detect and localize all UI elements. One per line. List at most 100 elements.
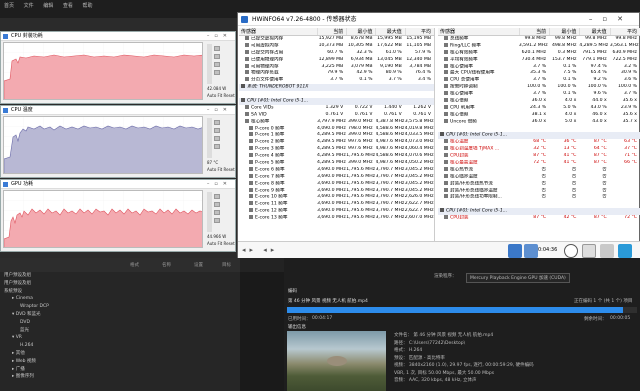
sensor-row[interactable]: 核心热节流 否 否 否 (438, 166, 640, 174)
column-header-cell[interactable]: 当前 (316, 28, 346, 35)
settings-gear-icon[interactable] (600, 244, 614, 258)
preset-tree-item[interactable]: Wraptor DCP (0, 303, 240, 311)
column-header[interactable]: 传感器 当前 最小值 最大值 平均 (239, 28, 434, 36)
col-target[interactable]: 目标 (222, 262, 231, 268)
zoom-button[interactable] (214, 54, 220, 59)
sensor-row[interactable] (438, 201, 640, 208)
sensor-row[interactable]: CPU封装 87 °C 42 °C 87 °C 72 °C (438, 215, 640, 222)
sensor-row[interactable]: 可用物理内存 3,225 MB 3,079 MB 9,190 MB 3,784 MB (239, 63, 434, 71)
monitor-titlebar[interactable]: CPU 封装功耗 –▫✕ (1, 32, 235, 41)
window-controls[interactable]: –▫✕ (589, 13, 633, 26)
sensor-list-right[interactable]: 总线频率 99.8 MHz 99.8 MHz 99.8 MHz 99.8 MHz Ring… (438, 36, 640, 222)
zoom-button[interactable] (214, 210, 220, 215)
menu-item[interactable]: 编辑 (43, 2, 53, 9)
sensor-row[interactable] (438, 126, 640, 133)
monitor-window-cpu-temp[interactable]: CPU 温度 –▫✕ 87 °C Auto Fit Reset (0, 105, 236, 178)
column-header-cell[interactable]: 最小值 (549, 28, 579, 35)
preset-tree-item[interactable]: ▸ Web 视频 (0, 358, 240, 366)
monitor-titlebar[interactable]: GPU 功耗 –▫✕ (1, 180, 235, 189)
preset-tree-item[interactable]: H.264 (0, 342, 240, 350)
sensor-row[interactable]: 核心使用率 3.7 % 0.1 % 9.6 % 3.7 % (438, 91, 640, 98)
zoom-button[interactable] (214, 128, 220, 133)
sensor-row[interactable]: 核心有效频率 620.1 MHz 0.3 MHz 791.5 MHz 630.9 MHz (438, 49, 640, 57)
autofit-reset[interactable]: Auto Fit Reset (207, 167, 235, 172)
sensor-group-row[interactable]: 系统: THUNDEROBOT 911X (239, 84, 434, 92)
preset-tree-item[interactable]: 用户预设及组 (0, 280, 240, 288)
preset-browser[interactable]: 用户预设及组 用户预设及组 系统预设 ▸ Cinema Wraptor DCP ▾ DVD… (0, 272, 240, 391)
column-header-cell[interactable]: 最大值 (375, 28, 404, 35)
column-header-cell[interactable]: 传感器 (438, 28, 519, 35)
preset-tree-item[interactable]: ▸ 广播 (0, 366, 240, 374)
autofit-reset[interactable]: Auto Fit Reset (207, 93, 235, 98)
sensor-row[interactable]: SA VID 0.761 V 0.761 V 0.761 V 0.761 V (239, 111, 434, 119)
sensor-row[interactable]: 核心频率 3,797.9 MHz 399.0 MHz 4,387.8 MHz 3,575… (239, 118, 434, 126)
zoom-button[interactable] (214, 120, 220, 125)
column-header[interactable]: 传感器 当前 最小值 最大值 平均 (438, 28, 640, 36)
clock-icon[interactable] (564, 244, 578, 258)
preset-tree-item[interactable]: ▾ VR (0, 334, 240, 342)
column-header-cell[interactable]: 平均 (404, 28, 434, 35)
renderer-select[interactable]: Mercury Playback Engine GPU 加速 (CUDA) (466, 273, 570, 283)
monitor-window-cpu-power[interactable]: CPU 封装功耗 –▫✕ 42.084 W Auto Fit Reset (0, 31, 236, 104)
monitor-window-gpu-power[interactable]: GPU 功耗 –▫✕ 44.966 W Auto Fit Reset (0, 179, 236, 252)
sensor-row[interactable]: E-core 11 频率 3,690.0 MHz 1,795.6 MHz 3,790.… (239, 201, 434, 208)
sensor-row[interactable]: P-core 1 频率 4,289.5 MHz 399.0 MHz 4,588.6 M… (239, 132, 434, 139)
sensor-row[interactable]: Uncore 倍频 36.0 x 5.0 x 43.0 x 35.7 x (438, 118, 640, 126)
sensor-row[interactable]: E-core 6 频率 3,690.0 MHz 1,795.6 MHz 3,790.7… (239, 166, 434, 174)
sensor-row[interactable]: E-core 10 频率 3,690.0 MHz 1,795.6 MHz 3,790.… (239, 194, 434, 201)
sensor-row[interactable]: E-core 8 频率 3,690.0 MHz 1,795.6 MHz 3,790.7… (239, 180, 434, 188)
sensor-row[interactable]: 分页文件使用率 3.7 % 0.1 % 3.7 % 3.4 % (239, 77, 434, 84)
close-x-icon[interactable] (618, 244, 632, 258)
sensor-row[interactable]: 已提交内存占用 60.7 % 32.3 % 61.0 % 57.9 % (239, 49, 434, 57)
sensor-row[interactable]: P-core 4 频率 4,289.5 MHz 1,795.6 MHz 4,588.6… (239, 153, 434, 160)
sensor-row[interactable]: 封装/环形总线功率限制... 否 否 否 (438, 194, 640, 201)
nav-arrows-icon[interactable]: ◂▸ ◂▸ (242, 246, 278, 254)
sensor-row[interactable]: E-core 7 频率 3,690.0 MHz 1,795.6 MHz 3,790.7… (239, 173, 434, 181)
col-settings[interactable]: 设置 (194, 262, 203, 268)
sensor-row[interactable]: 核心到温度墙 TjMAX ... 32 °C 13 °C 64 °C 37 °C (438, 146, 640, 153)
sensor-row[interactable]: P-core 2 频率 4,289.5 MHz 997.6 MHz 4,987.6 M… (239, 139, 434, 146)
sensor-row[interactable]: 核心倍频 38.1 x 4.0 x 46.0 x 35.6 x (438, 111, 640, 119)
preset-tree-item[interactable]: 用户预设及组 (0, 272, 240, 280)
hwinfo-titlebar[interactable]: HWiNFO64 v7.26-4800 - 传感器状态 –▫✕ (238, 13, 639, 26)
sensor-row[interactable]: P-core 0 频率 4,090.0 MHz 798.0 MHz 4,588.6 M… (239, 125, 434, 133)
sensor-row[interactable]: 已提交虚拟内存 15,927 MB 8,678 MB 15,995 MB 15,195 … (239, 36, 434, 43)
preset-tree-item[interactable]: ▸ Cinema (0, 295, 240, 303)
sensor-pane-right[interactable]: 传感器 当前 最小值 最大值 平均 总线频率 99.8 MHz 99.8 MHz 99.8 M… (438, 28, 640, 241)
sensor-group-row[interactable]: CPU [#0]: Intel Core i5-1... (438, 208, 640, 216)
zoom-button[interactable] (214, 218, 220, 223)
preset-tree-item[interactable]: DVD (0, 319, 240, 327)
preset-tree-item[interactable]: ▸ 其他 (0, 350, 240, 358)
zoom-button[interactable] (214, 202, 220, 207)
menu-item[interactable]: 查看 (63, 2, 73, 9)
sensor-row[interactable]: CPU 总使用率 3.7 % 0.1 % 9.2 % 3.6 % (438, 77, 640, 84)
preset-tree-item[interactable]: 系统预设 (0, 288, 240, 296)
column-header-cell[interactable]: 最小值 (346, 28, 375, 35)
menu-item[interactable]: 帮助 (82, 2, 92, 9)
preset-tree-item[interactable]: ▸ 图像序列 (0, 373, 240, 381)
sensor-row[interactable]: 核心温度 68 °C 36 °C 87 °C 63 °C (438, 139, 640, 146)
zoom-button[interactable] (214, 62, 220, 67)
preset-tree-item[interactable]: ▾ DVD 和蓝光 (0, 311, 240, 319)
column-header-cell[interactable]: 当前 (518, 28, 549, 35)
column-header-cell[interactable]: 传感器 (239, 28, 317, 35)
monitor-titlebar[interactable]: CPU 温度 –▫✕ (1, 106, 235, 115)
sensor-row[interactable]: CPU 利用率 24.3 % 5.0 % 43.0 % 23.9 % (438, 104, 640, 112)
sensor-row[interactable]: E-core 9 频率 3,690.0 MHz 1,795.6 MHz 3,790.7… (239, 187, 434, 195)
sensor-row[interactable]: 平均有效频率 730.4 MHz 153.7 MHz 779.1 MHz 722.5 M… (438, 56, 640, 64)
network-icon[interactable] (508, 244, 522, 258)
sensor-row[interactable]: P-core 5 频率 4,289.5 MHz 399.0 MHz 4,987.6 M… (239, 160, 434, 167)
sensor-row[interactable]: Ring/LLC 频率 3,591.2 MHz 498.8 MHz 4,289.5 M… (438, 42, 640, 50)
sensor-row[interactable]: 核心临界温度 否 否 否 (438, 173, 640, 181)
zoom-button[interactable] (214, 46, 220, 51)
hwinfo-sensor-window[interactable]: HWiNFO64 v7.26-4800 - 传感器状态 –▫✕ 传感器 当前 最小值最… (237, 12, 640, 259)
sensor-row[interactable]: E-core 12 频率 3,690.0 MHz 1,795.6 MHz 3,790.… (239, 208, 434, 215)
preset-list-header[interactable]: 格式 名称 设置 目标 (0, 258, 240, 272)
sensor-row[interactable]: E-core 13 频率 3,690.0 MHz 1,795.6 MHz 3,790.… (239, 215, 434, 222)
sensor-list-left[interactable]: 已提交虚拟内存 15,927 MB 8,678 MB 15,995 MB 15,195 … (239, 36, 434, 222)
sensor-row[interactable]: 核心最高温度 72 °C 41 °C 87 °C 66 °C (438, 160, 640, 167)
sensors-icon[interactable] (524, 244, 538, 258)
zoom-button[interactable] (214, 70, 220, 75)
zoom-button[interactable] (214, 194, 220, 199)
window-controls[interactable]: –▫✕ (207, 180, 232, 189)
